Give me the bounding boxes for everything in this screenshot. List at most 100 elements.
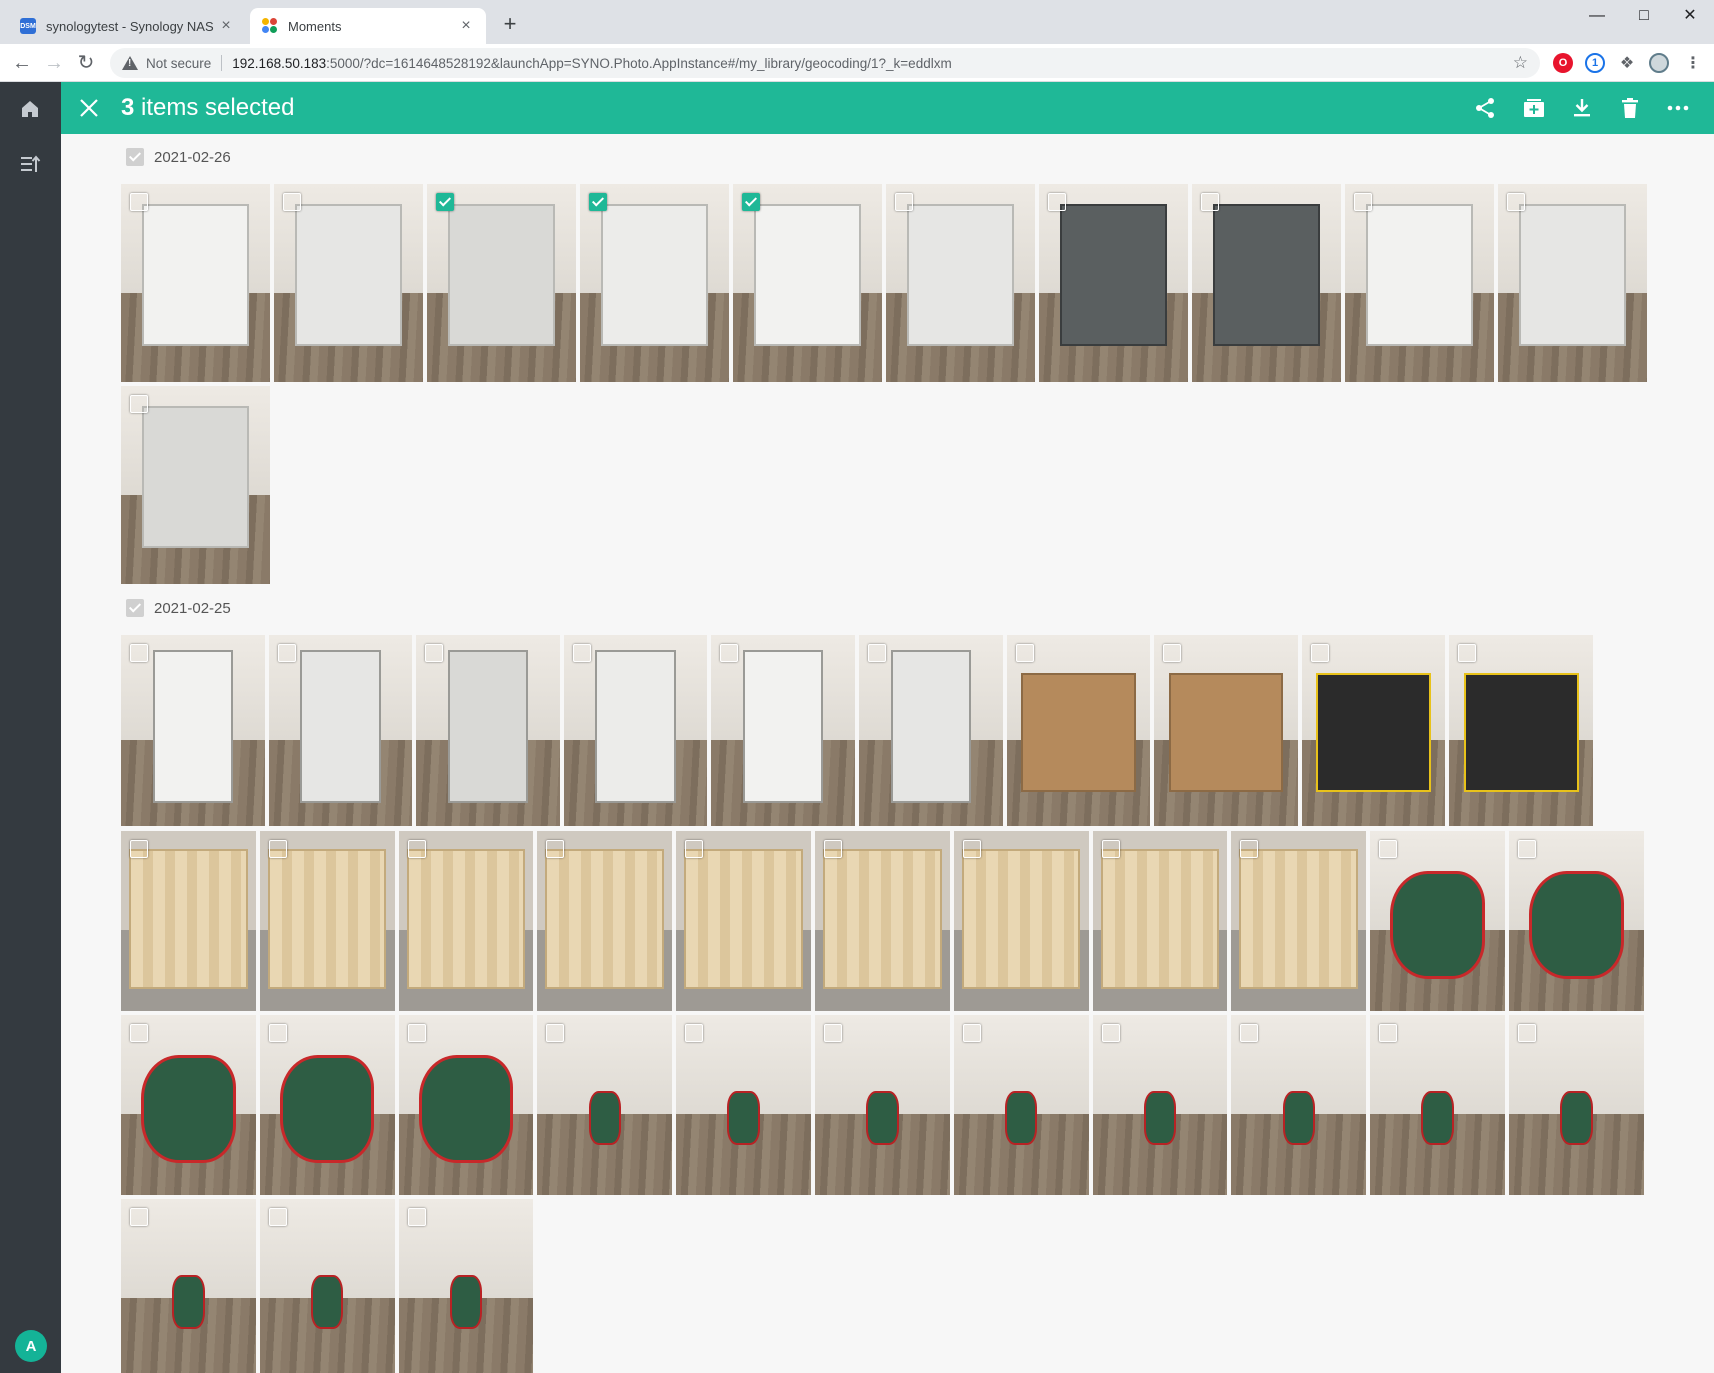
photo-thumbnail[interactable]	[121, 1015, 256, 1195]
photo-select-checkbox[interactable]	[407, 1024, 426, 1042]
photo-select-checkbox[interactable]	[407, 840, 426, 858]
photo-thumbnail[interactable]	[121, 635, 265, 826]
home-icon[interactable]	[18, 97, 42, 121]
reload-icon[interactable]: ↻	[74, 51, 98, 75]
photo-thumbnail[interactable]	[259, 831, 395, 1011]
tab-moments[interactable]: Moments ×	[250, 8, 486, 44]
photo-thumbnail[interactable]	[259, 1199, 395, 1373]
photo-select-checkbox[interactable]	[546, 840, 565, 858]
photo-select-checkbox[interactable]	[130, 1024, 148, 1042]
photo-select-checkbox[interactable]	[1240, 840, 1259, 858]
photo-thumbnail[interactable]	[1370, 1015, 1505, 1195]
photo-select-checkbox[interactable]	[895, 193, 913, 211]
photo-select-checkbox[interactable]	[962, 840, 981, 858]
warning-icon[interactable]	[122, 55, 138, 71]
photo-select-checkbox[interactable]	[130, 840, 148, 858]
photo-thumbnail[interactable]	[1498, 184, 1647, 382]
avatar[interactable]: A	[15, 1330, 47, 1362]
profile-icon[interactable]	[1649, 53, 1669, 73]
photo-thumbnail[interactable]	[1092, 831, 1228, 1011]
photo-thumbnail[interactable]	[563, 635, 708, 826]
photo-thumbnail[interactable]	[1039, 184, 1188, 382]
back-icon[interactable]: ←	[10, 51, 34, 75]
photo-thumbnail[interactable]	[537, 831, 673, 1011]
photo-select-checkbox[interactable]	[720, 644, 739, 662]
photo-select-checkbox[interactable]	[130, 395, 148, 413]
photo-select-checkbox[interactable]	[685, 840, 704, 858]
photo-select-checkbox[interactable]	[685, 1024, 704, 1042]
close-tab-icon[interactable]: ×	[218, 18, 234, 34]
photo-thumbnail[interactable]	[416, 635, 560, 826]
photo-thumbnail[interactable]	[1345, 184, 1494, 382]
photo-select-checkbox[interactable]	[1458, 644, 1477, 662]
photo-select-checkbox[interactable]	[1048, 193, 1066, 211]
photo-thumbnail[interactable]	[953, 1015, 1089, 1195]
photo-thumbnail[interactable]	[268, 635, 413, 826]
photo-thumbnail[interactable]	[1231, 1015, 1367, 1195]
not-secure-label[interactable]: Not secure	[146, 56, 211, 71]
photo-thumbnail[interactable]	[398, 1199, 534, 1373]
photo-select-checkbox[interactable]	[1379, 1024, 1398, 1042]
photo-thumbnail[interactable]	[1154, 635, 1298, 826]
photo-select-checkbox[interactable]	[268, 1024, 287, 1042]
window-close-icon[interactable]: ✕	[1668, 4, 1712, 28]
more-icon[interactable]	[1666, 96, 1690, 120]
photo-thumbnail[interactable]	[537, 1015, 673, 1195]
bookmark-star-icon[interactable]: ☆	[1513, 53, 1528, 73]
photo-select-checkbox[interactable]	[1015, 644, 1034, 662]
photo-thumbnail[interactable]	[1092, 1015, 1228, 1195]
photo-thumbnail[interactable]	[886, 184, 1035, 382]
tab-synology-nas[interactable]: DSM synologytest - Synology NAS ×	[8, 8, 246, 44]
photo-select-checkbox[interactable]	[277, 644, 296, 662]
photo-thumbnail[interactable]	[1231, 831, 1367, 1011]
minimize-icon[interactable]: —	[1575, 4, 1619, 28]
photo-thumbnail[interactable]	[676, 831, 811, 1011]
photo-thumbnail[interactable]	[427, 184, 576, 382]
sort-timeline-icon[interactable]	[18, 152, 42, 176]
opera-extension-icon[interactable]: O	[1553, 53, 1573, 73]
select-date-checkbox[interactable]	[126, 148, 144, 166]
photo-select-checkbox[interactable]	[1518, 840, 1536, 858]
photo-thumbnail[interactable]	[711, 635, 855, 826]
photo-select-checkbox[interactable]	[425, 644, 444, 662]
photo-thumbnail[interactable]	[121, 1199, 256, 1373]
download-icon[interactable]	[1570, 96, 1594, 120]
photo-select-checkbox[interactable]	[436, 193, 454, 211]
photo-select-checkbox[interactable]	[868, 644, 886, 662]
photo-thumbnail[interactable]	[815, 1015, 950, 1195]
photo-thumbnail[interactable]	[398, 1015, 534, 1195]
photo-thumbnail[interactable]	[1449, 635, 1593, 826]
forward-icon[interactable]: →	[42, 51, 66, 75]
photo-thumbnail[interactable]	[580, 184, 729, 382]
photo-thumbnail[interactable]	[259, 1015, 395, 1195]
photo-select-checkbox[interactable]	[130, 193, 148, 211]
photo-thumbnail[interactable]	[1370, 831, 1505, 1011]
photo-thumbnail[interactable]	[1509, 831, 1644, 1011]
photo-select-checkbox[interactable]	[407, 1208, 426, 1226]
close-tab-icon[interactable]: ×	[458, 18, 474, 34]
browser-menu-icon[interactable]: ⋮	[1683, 53, 1703, 73]
add-to-album-icon[interactable]	[1522, 96, 1546, 120]
password-manager-icon[interactable]: 1	[1585, 53, 1605, 73]
share-icon[interactable]	[1473, 96, 1497, 120]
photo-select-checkbox[interactable]	[130, 1208, 148, 1226]
photo-thumbnail[interactable]	[1192, 184, 1341, 382]
photo-thumbnail[interactable]	[1006, 635, 1151, 826]
photo-thumbnail[interactable]	[121, 184, 270, 382]
photo-select-checkbox[interactable]	[268, 1208, 287, 1226]
photo-select-checkbox[interactable]	[268, 840, 287, 858]
photo-thumbnail[interactable]	[815, 831, 950, 1011]
date-group-header[interactable]: 2021-02-26	[126, 148, 231, 166]
photo-select-checkbox[interactable]	[589, 193, 607, 211]
photo-select-checkbox[interactable]	[1379, 840, 1398, 858]
photo-thumbnail[interactable]	[953, 831, 1089, 1011]
photo-thumbnail[interactable]	[733, 184, 882, 382]
photo-select-checkbox[interactable]	[824, 840, 842, 858]
photo-select-checkbox[interactable]	[742, 193, 760, 211]
date-group-header[interactable]: 2021-02-25	[126, 599, 231, 617]
photo-select-checkbox[interactable]	[1240, 1024, 1259, 1042]
photo-thumbnail[interactable]	[121, 831, 256, 1011]
photo-select-checkbox[interactable]	[962, 1024, 981, 1042]
photo-thumbnail[interactable]	[1509, 1015, 1644, 1195]
new-tab-button[interactable]: +	[498, 12, 522, 36]
